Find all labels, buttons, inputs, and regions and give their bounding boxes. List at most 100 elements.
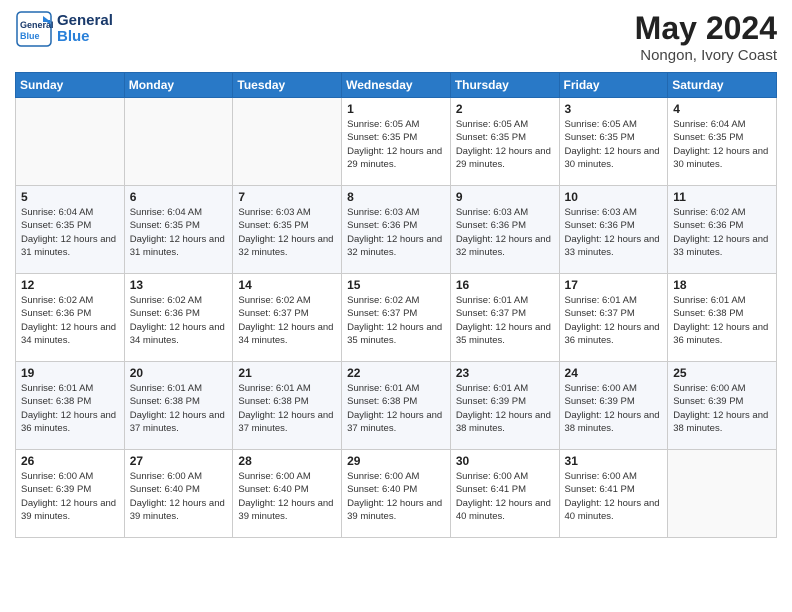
- day-number: 26: [21, 454, 119, 468]
- day-info: Sunrise: 6:00 AM Sunset: 6:40 PM Dayligh…: [130, 470, 228, 523]
- day-info: Sunrise: 6:02 AM Sunset: 6:36 PM Dayligh…: [673, 206, 771, 259]
- day-number: 24: [565, 366, 663, 380]
- day-info: Sunrise: 6:02 AM Sunset: 6:36 PM Dayligh…: [130, 294, 228, 347]
- calendar-table: Sunday Monday Tuesday Wednesday Thursday…: [15, 72, 777, 538]
- logo: General Blue General Blue: [15, 10, 113, 48]
- day-info: Sunrise: 6:01 AM Sunset: 6:39 PM Dayligh…: [456, 382, 554, 435]
- day-number: 17: [565, 278, 663, 292]
- header-sunday: Sunday: [16, 73, 125, 98]
- table-row: 28 Sunrise: 6:00 AM Sunset: 6:40 PM Dayli…: [233, 450, 342, 538]
- day-info: Sunrise: 6:03 AM Sunset: 6:36 PM Dayligh…: [565, 206, 663, 259]
- table-row: 18Sunrise: 6:01 AM Sunset: 6:38 PM Dayli…: [668, 274, 777, 362]
- page: General Blue General Blue May 2024 Nongo…: [0, 0, 792, 553]
- table-row: 30 Sunrise: 6:00 AM Sunset: 6:41 PM Dayli…: [450, 450, 559, 538]
- table-row: 14 Sunrise: 6:02 AM Sunset: 6:37 PM Dayli…: [233, 274, 342, 362]
- table-row: 23 Sunrise: 6:01 AM Sunset: 6:39 PM Dayli…: [450, 362, 559, 450]
- calendar-week-row: 19 Sunrise: 6:01 AM Sunset: 6:38 PM Dayli…: [16, 362, 777, 450]
- header-monday: Monday: [124, 73, 233, 98]
- day-number: 8: [347, 190, 445, 204]
- day-number: 27: [130, 454, 228, 468]
- table-row: 9Sunrise: 6:03 AM Sunset: 6:36 PM Daylig…: [450, 186, 559, 274]
- table-row: 16 Sunrise: 6:01 AM Sunset: 6:37 PM Dayli…: [450, 274, 559, 362]
- table-row: 15Sunrise: 6:02 AM Sunset: 6:37 PM Dayli…: [342, 274, 451, 362]
- logo-blue-label: Blue: [57, 29, 113, 46]
- day-info: Sunrise: 6:03 AM Sunset: 6:35 PM Dayligh…: [238, 206, 336, 259]
- day-number: 30: [456, 454, 554, 468]
- header-tuesday: Tuesday: [233, 73, 342, 98]
- day-number: 11: [673, 190, 771, 204]
- day-info: Sunrise: 6:04 AM Sunset: 6:35 PM Dayligh…: [130, 206, 228, 259]
- day-info: Sunrise: 6:00 AM Sunset: 6:41 PM Dayligh…: [565, 470, 663, 523]
- day-info: Sunrise: 6:02 AM Sunset: 6:36 PM Dayligh…: [21, 294, 119, 347]
- day-number: 1: [347, 102, 445, 116]
- table-row: 17Sunrise: 6:01 AM Sunset: 6:37 PM Dayli…: [559, 274, 668, 362]
- day-number: 20: [130, 366, 228, 380]
- day-info: Sunrise: 6:00 AM Sunset: 6:39 PM Dayligh…: [565, 382, 663, 435]
- table-row: 11 Sunrise: 6:02 AM Sunset: 6:36 PM Dayli…: [668, 186, 777, 274]
- day-info: Sunrise: 6:00 AM Sunset: 6:40 PM Dayligh…: [347, 470, 445, 523]
- day-number: 9: [456, 190, 554, 204]
- day-number: 14: [238, 278, 336, 292]
- table-row: 8Sunrise: 6:03 AM Sunset: 6:36 PM Daylig…: [342, 186, 451, 274]
- day-number: 28: [238, 454, 336, 468]
- day-info: Sunrise: 6:04 AM Sunset: 6:35 PM Dayligh…: [21, 206, 119, 259]
- day-info: Sunrise: 6:04 AM Sunset: 6:35 PM Dayligh…: [673, 118, 771, 171]
- calendar-week-row: 26 Sunrise: 6:00 AM Sunset: 6:39 PM Dayli…: [16, 450, 777, 538]
- day-number: 25: [673, 366, 771, 380]
- day-info: Sunrise: 6:01 AM Sunset: 6:37 PM Dayligh…: [456, 294, 554, 347]
- day-info: Sunrise: 6:00 AM Sunset: 6:41 PM Dayligh…: [456, 470, 554, 523]
- table-row: 7Sunrise: 6:03 AM Sunset: 6:35 PM Daylig…: [233, 186, 342, 274]
- day-info: Sunrise: 6:02 AM Sunset: 6:37 PM Dayligh…: [347, 294, 445, 347]
- calendar-week-row: 1 Sunrise: 6:05 AM Sunset: 6:35 PM Daylig…: [16, 98, 777, 186]
- day-number: 29: [347, 454, 445, 468]
- table-row: 10 Sunrise: 6:03 AM Sunset: 6:36 PM Dayli…: [559, 186, 668, 274]
- header: General Blue General Blue May 2024 Nongo…: [15, 10, 777, 64]
- day-info: Sunrise: 6:00 AM Sunset: 6:39 PM Dayligh…: [21, 470, 119, 523]
- day-info: Sunrise: 6:01 AM Sunset: 6:38 PM Dayligh…: [21, 382, 119, 435]
- day-number: 18: [673, 278, 771, 292]
- table-row: 27 Sunrise: 6:00 AM Sunset: 6:40 PM Dayli…: [124, 450, 233, 538]
- day-number: 6: [130, 190, 228, 204]
- day-info: Sunrise: 6:05 AM Sunset: 6:35 PM Dayligh…: [456, 118, 554, 171]
- table-row: 26 Sunrise: 6:00 AM Sunset: 6:39 PM Dayli…: [16, 450, 125, 538]
- calendar-location: Nongon, Ivory Coast: [635, 47, 777, 64]
- table-row: 21 Sunrise: 6:01 AM Sunset: 6:38 PM Dayli…: [233, 362, 342, 450]
- table-row: 24 Sunrise: 6:00 AM Sunset: 6:39 PM Dayli…: [559, 362, 668, 450]
- day-number: 2: [456, 102, 554, 116]
- calendar-title: May 2024: [635, 10, 777, 47]
- day-number: 19: [21, 366, 119, 380]
- weekday-header-row: Sunday Monday Tuesday Wednesday Thursday…: [16, 73, 777, 98]
- calendar-week-row: 5Sunrise: 6:04 AM Sunset: 6:35 PM Daylig…: [16, 186, 777, 274]
- day-number: 22: [347, 366, 445, 380]
- title-block: May 2024 Nongon, Ivory Coast: [635, 10, 777, 64]
- table-row: 29 Sunrise: 6:00 AM Sunset: 6:40 PM Dayli…: [342, 450, 451, 538]
- calendar-week-row: 12Sunrise: 6:02 AM Sunset: 6:36 PM Dayli…: [16, 274, 777, 362]
- svg-text:Blue: Blue: [20, 31, 40, 41]
- table-row: [124, 98, 233, 186]
- day-info: Sunrise: 6:01 AM Sunset: 6:38 PM Dayligh…: [347, 382, 445, 435]
- day-info: Sunrise: 6:01 AM Sunset: 6:38 PM Dayligh…: [238, 382, 336, 435]
- day-number: 31: [565, 454, 663, 468]
- logo-icon: General Blue: [15, 10, 53, 48]
- header-saturday: Saturday: [668, 73, 777, 98]
- day-info: Sunrise: 6:05 AM Sunset: 6:35 PM Dayligh…: [347, 118, 445, 171]
- day-number: 13: [130, 278, 228, 292]
- table-row: [16, 98, 125, 186]
- table-row: 31 Sunrise: 6:00 AM Sunset: 6:41 PM Dayli…: [559, 450, 668, 538]
- day-number: 21: [238, 366, 336, 380]
- day-info: Sunrise: 6:00 AM Sunset: 6:40 PM Dayligh…: [238, 470, 336, 523]
- header-friday: Friday: [559, 73, 668, 98]
- day-number: 16: [456, 278, 554, 292]
- table-row: [668, 450, 777, 538]
- day-number: 23: [456, 366, 554, 380]
- table-row: 4Sunrise: 6:04 AM Sunset: 6:35 PM Daylig…: [668, 98, 777, 186]
- header-wednesday: Wednesday: [342, 73, 451, 98]
- table-row: 6 Sunrise: 6:04 AM Sunset: 6:35 PM Daylig…: [124, 186, 233, 274]
- day-info: Sunrise: 6:02 AM Sunset: 6:37 PM Dayligh…: [238, 294, 336, 347]
- table-row: 5Sunrise: 6:04 AM Sunset: 6:35 PM Daylig…: [16, 186, 125, 274]
- logo-text: General Blue: [57, 13, 113, 46]
- header-thursday: Thursday: [450, 73, 559, 98]
- table-row: [233, 98, 342, 186]
- day-number: 10: [565, 190, 663, 204]
- table-row: 19 Sunrise: 6:01 AM Sunset: 6:38 PM Dayli…: [16, 362, 125, 450]
